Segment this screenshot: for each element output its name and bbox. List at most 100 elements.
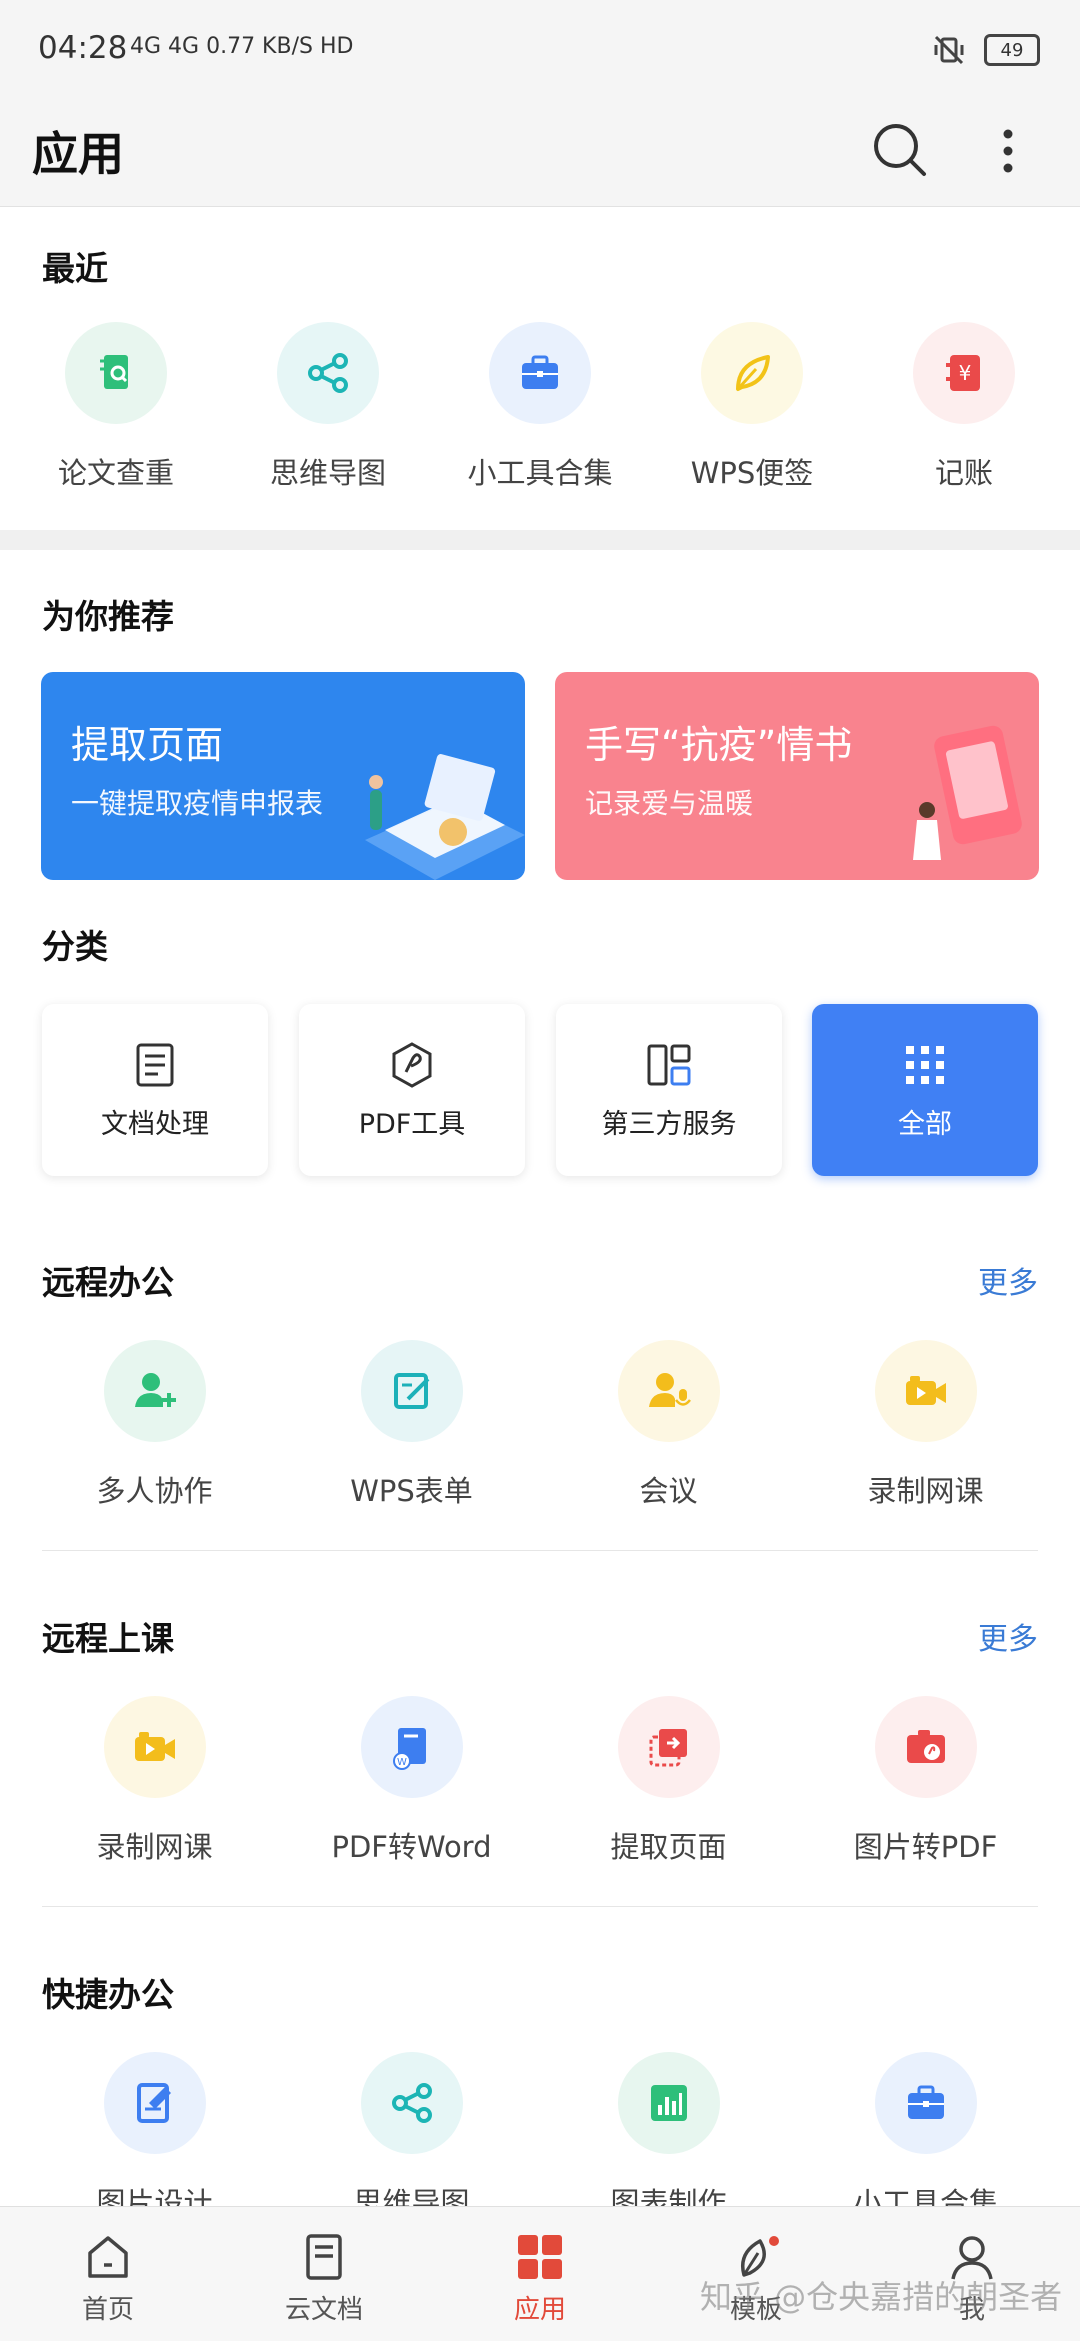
- app-tile-label: 论文查重: [57, 456, 174, 490]
- icon-badge: W: [360, 1696, 463, 1798]
- icon-badge: [103, 1696, 206, 1798]
- grid-icon: [906, 1046, 944, 1084]
- app-tile-pdf-to-word[interactable]: W PDF转Word: [283, 1696, 540, 1866]
- status-time: 04:28: [38, 30, 128, 66]
- icon-badge: ¥: [913, 322, 1015, 424]
- icon-badge: [65, 322, 167, 424]
- app-tile-video[interactable]: 录制网课: [26, 1696, 283, 1866]
- cloud-doc-icon: [306, 2234, 342, 2280]
- icon-badge: [701, 322, 803, 424]
- app-tile-mindmap[interactable]: 思维导图: [283, 2052, 540, 2222]
- leaf-icon: [736, 355, 770, 391]
- app-tile-label: WPS便签: [690, 456, 814, 490]
- app-tile-meeting[interactable]: 会议: [540, 1340, 797, 1510]
- app-tile-video[interactable]: 录制网课: [797, 1340, 1054, 1510]
- icon-badge: [874, 2052, 977, 2154]
- apps-icon: [518, 2235, 562, 2279]
- nav-label: 首页: [81, 2295, 134, 2325]
- app-tile-label: 录制网课: [867, 1474, 984, 1508]
- category-label: 第三方服务: [601, 1109, 737, 1140]
- paper-check-icon: [100, 355, 128, 389]
- battery-icon: 49: [984, 34, 1040, 66]
- app-tile-label: 会议: [639, 1474, 698, 1508]
- toolbox-icon: [907, 2085, 944, 2119]
- meeting-icon: [648, 1373, 691, 1407]
- add-user-icon: [134, 1373, 176, 1407]
- app-tile-paper-check[interactable]: 论文查重: [26, 322, 206, 492]
- app-tile-label: 思维导图: [269, 456, 386, 490]
- third-party-icon: [647, 1044, 691, 1086]
- section-gap: [0, 530, 1080, 550]
- network-indicator: 4G 4G 0.77 KB/S HD: [130, 34, 354, 59]
- app-tile-label: 提取页面: [610, 1830, 727, 1864]
- ledger-icon: ¥: [946, 355, 980, 391]
- nav-cloud-docs[interactable]: 云文档: [216, 2207, 432, 2341]
- banner-extract-page[interactable]: 提取页面 一键提取疫情申报表: [41, 672, 525, 880]
- app-tile-label: 多人协作: [96, 1474, 213, 1508]
- status-bar: 04:28 4G 4G 0.77 KB/S HD 49: [0, 0, 1080, 100]
- banner-love-letter[interactable]: 手写“抗疫”情书 记录爱与温暖: [555, 672, 1039, 880]
- category-pdf[interactable]: PDF工具: [299, 1004, 525, 1176]
- app-tile-toolbox[interactable]: 小工具合集: [450, 322, 630, 492]
- remote-office-more-link[interactable]: 更多: [978, 1258, 1038, 1302]
- banner-illustration: [913, 725, 1022, 860]
- svg-text:W: W: [397, 1757, 407, 1768]
- banner-subtitle: 记录爱与温暖: [585, 787, 754, 820]
- icon-badge: [617, 1696, 720, 1798]
- nav-apps[interactable]: 应用: [432, 2207, 648, 2341]
- recent-list: 论文查重 思维导图 小工具合集 WPS便签 ¥ 记账: [26, 322, 1054, 492]
- app-bar: 应用: [0, 100, 1080, 207]
- remote-class-list: 录制网课 W PDF转Word 提取页面 图片转PDF: [26, 1696, 1054, 1866]
- category-label: 文档处理: [101, 1109, 209, 1140]
- nav-home[interactable]: 首页: [0, 2207, 216, 2341]
- watermark: 知乎 @仓央嘉措的朝圣者: [700, 2278, 1063, 2316]
- mindmap-icon: [308, 353, 348, 393]
- mindmap-icon: [391, 2083, 432, 2123]
- banner-title: 手写“抗疫”情书: [585, 723, 853, 767]
- video-icon: [905, 1376, 946, 1405]
- document-icon: [136, 1043, 174, 1087]
- quick-office-list: 图片设计 思维导图 图表制作 小工具合集: [26, 2052, 1054, 2222]
- category-label: PDF工具: [358, 1109, 466, 1140]
- app-tile-image-to-pdf[interactable]: 图片转PDF: [797, 1696, 1054, 1866]
- app-tile-label: 记账: [934, 456, 993, 490]
- remote-class-title: 远程上课: [42, 1619, 174, 1658]
- app-tile-add-user[interactable]: 多人协作: [26, 1340, 283, 1510]
- app-tile-image-design[interactable]: 图片设计: [26, 2052, 283, 2222]
- app-tile-toolbox[interactable]: 小工具合集: [797, 2052, 1054, 2222]
- svg-text:¥: ¥: [959, 361, 972, 385]
- more-options-icon[interactable]: [978, 116, 1038, 186]
- icon-badge: [874, 1696, 977, 1798]
- recommend-title: 为你推荐: [42, 597, 174, 636]
- app-tile-ledger[interactable]: ¥ 记账: [874, 322, 1054, 492]
- remote-class-more-link[interactable]: 更多: [978, 1614, 1038, 1658]
- category-third-party[interactable]: 第三方服务: [556, 1004, 782, 1176]
- image-design-icon: [136, 2083, 171, 2123]
- app-tile-leaf[interactable]: WPS便签: [662, 322, 842, 492]
- category-all[interactable]: 全部: [812, 1004, 1038, 1176]
- app-tile-label: PDF转Word: [331, 1830, 492, 1864]
- icon-badge: [360, 1340, 463, 1442]
- divider: [42, 1906, 1038, 1907]
- app-tile-form-edit[interactable]: WPS表单: [283, 1340, 540, 1510]
- nav-label: 云文档: [284, 2295, 363, 2325]
- pdf-to-word-icon: W: [392, 1728, 426, 1770]
- remote-office-title: 远程办公: [42, 1263, 174, 1302]
- search-icon[interactable]: [866, 116, 936, 186]
- home-icon: [88, 2236, 128, 2278]
- category-title: 分类: [42, 927, 108, 966]
- icon-badge: [103, 2052, 206, 2154]
- banner-subtitle: 一键提取疫情申报表: [71, 787, 324, 820]
- app-tile-extract-page[interactable]: 提取页面: [540, 1696, 797, 1866]
- nav-label: 应用: [513, 2295, 566, 2325]
- divider: [42, 1550, 1038, 1551]
- vibrate-icon: [934, 35, 964, 65]
- app-tile-chart[interactable]: 图表制作: [540, 2052, 797, 2222]
- remote-office-list: 多人协作 WPS表单 会议 录制网课: [26, 1340, 1054, 1510]
- icon-badge: [874, 1340, 977, 1442]
- video-icon: [134, 1732, 175, 1761]
- status-right: 49: [932, 34, 1040, 66]
- app-tile-mindmap[interactable]: 思维导图: [238, 322, 418, 492]
- category-document[interactable]: 文档处理: [42, 1004, 268, 1176]
- recent-title: 最近: [42, 249, 108, 288]
